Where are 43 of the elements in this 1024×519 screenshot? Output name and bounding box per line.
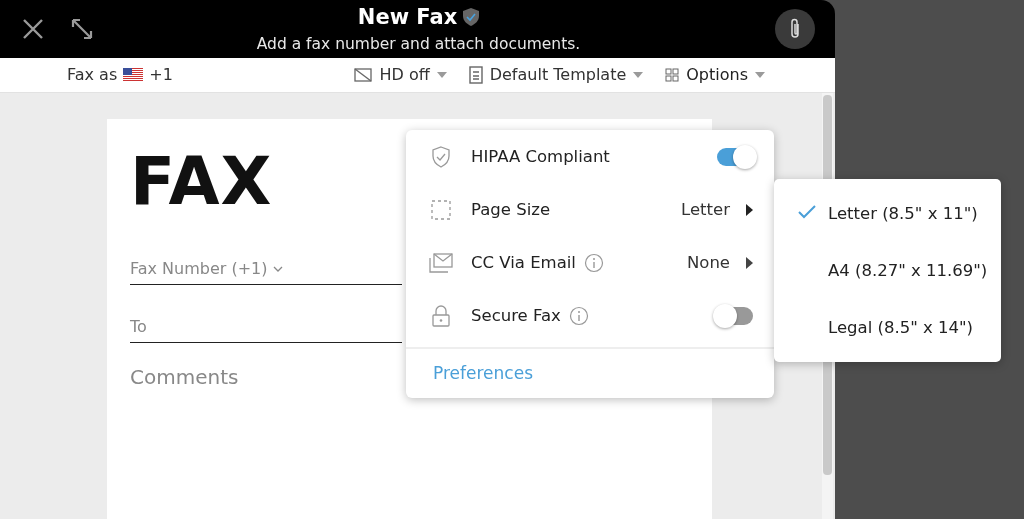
- page-size-option[interactable]: Letter (8.5" x 11"): [774, 185, 1001, 242]
- chevron-down-icon: [272, 265, 283, 272]
- paperclip-icon: [788, 17, 802, 40]
- menu-item-label: CC Via Email: [471, 253, 576, 272]
- window-title: New Fax: [357, 4, 458, 29]
- menu-item-label: HIPAA Compliant: [471, 147, 610, 166]
- menu-item[interactable]: Secure Fax: [406, 289, 774, 342]
- menu-item-label: Secure Fax: [471, 306, 561, 325]
- hd-button[interactable]: HD off: [354, 65, 447, 85]
- grid-icon: [665, 67, 680, 82]
- menu-value: Letter: [681, 200, 730, 219]
- info-icon[interactable]: [583, 252, 604, 273]
- menu-item[interactable]: HIPAA Compliant: [406, 130, 774, 183]
- expand-icon[interactable]: [70, 16, 94, 41]
- menu-value: None: [686, 253, 730, 272]
- recipient-field[interactable]: To: [130, 317, 402, 343]
- menu-item[interactable]: Page Size Letter: [406, 183, 774, 236]
- options-button[interactable]: Options: [665, 65, 765, 85]
- caret-icon: [436, 71, 447, 78]
- template-button[interactable]: Default Template: [468, 65, 644, 85]
- menu-item[interactable]: CC Via Email None: [406, 236, 774, 289]
- page-size-option[interactable]: A4 (8.27" x 11.69"): [774, 242, 1001, 299]
- page-size-option[interactable]: Legal (8.5" x 14"): [774, 299, 1001, 356]
- attach-button[interactable]: [775, 8, 815, 49]
- close-icon[interactable]: [22, 17, 44, 40]
- shield-check-icon: [463, 7, 480, 26]
- caret-icon: [755, 71, 765, 78]
- country-code[interactable]: +1: [149, 65, 173, 85]
- hd-off-icon: [354, 67, 373, 82]
- caret-icon: [633, 71, 644, 78]
- comments-field[interactable]: Comments: [130, 365, 400, 395]
- lock-icon: [432, 304, 450, 327]
- shield-check-icon: [431, 145, 451, 168]
- window-subtitle: Add a fax number and attach documents.: [256, 34, 581, 53]
- dashed-square-icon: [431, 199, 451, 220]
- fax-as-label: Fax as: [67, 65, 118, 85]
- document-heading: FAX: [130, 149, 273, 215]
- fax-number-field[interactable]: Fax Number (+1): [130, 259, 402, 285]
- flag-icon: [123, 67, 144, 82]
- document-icon: [468, 65, 483, 84]
- envelopes-icon: [429, 252, 453, 273]
- menu-item-label: Page Size: [471, 200, 551, 219]
- info-icon[interactable]: [568, 305, 589, 326]
